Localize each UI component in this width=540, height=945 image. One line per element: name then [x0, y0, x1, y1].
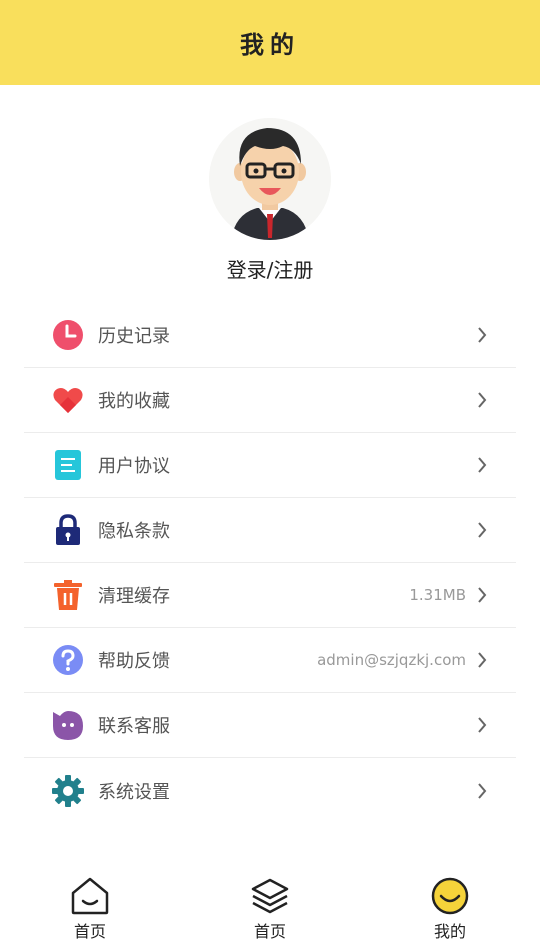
chevron-right-icon	[476, 650, 488, 670]
feedback-email-value: admin@szjqzkj.com	[317, 651, 466, 669]
menu-item-history[interactable]: 历史记录	[24, 303, 516, 368]
tab-label: 首页	[73, 922, 106, 941]
page-title: 我的	[240, 31, 300, 59]
menu-item-privacy[interactable]: 隐私条款	[24, 498, 516, 563]
login-register-link[interactable]: 登录/注册	[227, 254, 314, 283]
tab-home[interactable]: 首页	[30, 870, 150, 945]
chevron-right-icon	[476, 390, 488, 410]
menu-label: 联系客服	[98, 716, 170, 737]
menu-item-help-feedback[interactable]: 帮助反馈 admin@szjqzkj.com	[24, 628, 516, 693]
bottom-tab-bar: 首页 首页 我的	[0, 870, 540, 945]
heart-icon	[52, 384, 84, 416]
document-icon	[52, 449, 84, 481]
cache-size-value: 1.31MB	[409, 586, 466, 604]
trash-icon	[52, 579, 84, 611]
home-icon	[70, 876, 110, 916]
menu-label: 用户协议	[98, 456, 170, 477]
question-icon	[52, 644, 84, 676]
menu-item-customer-service[interactable]: 联系客服	[24, 693, 516, 758]
menu-label: 隐私条款	[98, 521, 170, 542]
avatar[interactable]	[209, 118, 331, 240]
menu-list: 历史记录 我的收藏 用户协议 隐私条款 清理缓存 1.31MB 帮助反馈 adm…	[24, 303, 516, 823]
menu-label: 历史记录	[98, 326, 170, 347]
tab-label: 我的	[433, 922, 466, 941]
tab-mine[interactable]: 我的	[390, 870, 510, 945]
chevron-right-icon	[476, 781, 488, 801]
chevron-right-icon	[476, 520, 488, 540]
chat-face-icon	[52, 709, 84, 741]
chevron-right-icon	[476, 715, 488, 735]
tab-layers[interactable]: 首页	[210, 870, 330, 945]
menu-label: 清理缓存	[98, 586, 170, 607]
clock-icon	[52, 319, 84, 351]
chevron-right-icon	[476, 455, 488, 475]
layers-icon	[250, 876, 290, 916]
menu-label: 系统设置	[98, 781, 170, 803]
menu-label: 我的收藏	[98, 391, 170, 412]
menu-item-settings[interactable]: 系统设置	[24, 758, 516, 823]
lock-icon	[52, 514, 84, 546]
smile-icon	[430, 876, 470, 916]
gear-icon	[52, 774, 84, 807]
menu-label: 帮助反馈	[98, 651, 170, 672]
menu-item-clear-cache[interactable]: 清理缓存 1.31MB	[24, 563, 516, 628]
header: 我的	[0, 0, 540, 85]
chevron-right-icon	[476, 585, 488, 605]
chevron-right-icon	[476, 325, 488, 345]
menu-item-user-agreement[interactable]: 用户协议	[24, 433, 516, 498]
menu-item-favorites[interactable]: 我的收藏	[24, 368, 516, 433]
profile-section: 登录/注册	[0, 118, 540, 283]
tab-label: 首页	[253, 922, 286, 941]
